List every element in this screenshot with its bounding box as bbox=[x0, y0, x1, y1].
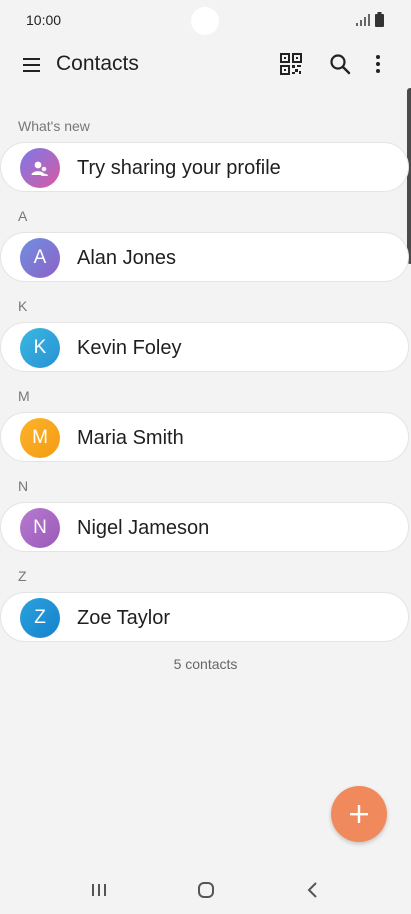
home-icon[interactable] bbox=[192, 876, 220, 904]
contact-alan-jones[interactable]: A Alan Jones bbox=[0, 232, 409, 282]
navigation-bar bbox=[0, 864, 411, 914]
more-vertical-icon[interactable] bbox=[366, 52, 390, 76]
share-profile-text: Try sharing your profile bbox=[77, 157, 281, 179]
section-label-m: M bbox=[18, 388, 30, 404]
battery-icon bbox=[375, 12, 384, 27]
add-icon bbox=[350, 805, 368, 823]
camera-cutout bbox=[191, 7, 219, 35]
contact-nigel-jameson[interactable]: N Nigel Jameson bbox=[0, 502, 409, 552]
section-label-z: Z bbox=[18, 568, 27, 584]
contact-zoe-taylor[interactable]: Z Zoe Taylor bbox=[0, 592, 409, 642]
contact-name: Nigel Jameson bbox=[77, 517, 210, 539]
share-profile-icon bbox=[20, 148, 60, 188]
contact-name: Alan Jones bbox=[77, 247, 176, 269]
recent-apps-icon[interactable] bbox=[85, 876, 113, 904]
contact-count: 5 contacts bbox=[173, 656, 238, 672]
status-time: 10:00 bbox=[26, 12, 62, 28]
back-icon[interactable] bbox=[299, 876, 327, 904]
search-icon[interactable] bbox=[328, 52, 352, 76]
avatar: N bbox=[20, 508, 60, 548]
contact-name: Kevin Foley bbox=[77, 337, 182, 359]
share-profile-card[interactable]: Try sharing your profile bbox=[0, 142, 409, 192]
avatar: Z bbox=[20, 598, 60, 638]
menu-icon[interactable] bbox=[20, 53, 44, 77]
contact-maria-smith[interactable]: M Maria Smith bbox=[0, 412, 409, 462]
avatar: M bbox=[20, 418, 60, 458]
contact-kevin-foley[interactable]: K Kevin Foley bbox=[0, 322, 409, 372]
status-bar: 10:00 bbox=[0, 0, 411, 40]
avatar: K bbox=[20, 328, 60, 368]
signal-icon bbox=[356, 14, 370, 26]
contact-name: Zoe Taylor bbox=[77, 607, 171, 629]
avatar: A bbox=[20, 238, 60, 278]
section-label-whats-new: What's new bbox=[18, 118, 90, 134]
app-bar: Contacts bbox=[0, 42, 411, 86]
section-label-n: N bbox=[18, 478, 29, 494]
qr-code-icon[interactable] bbox=[279, 52, 303, 76]
section-label-a: A bbox=[18, 208, 28, 224]
scroll-indicator[interactable] bbox=[407, 88, 411, 264]
section-label-k: K bbox=[18, 298, 28, 314]
contact-name: Maria Smith bbox=[77, 427, 184, 449]
page-title: Contacts bbox=[56, 52, 139, 75]
add-contact-button[interactable] bbox=[331, 786, 387, 842]
